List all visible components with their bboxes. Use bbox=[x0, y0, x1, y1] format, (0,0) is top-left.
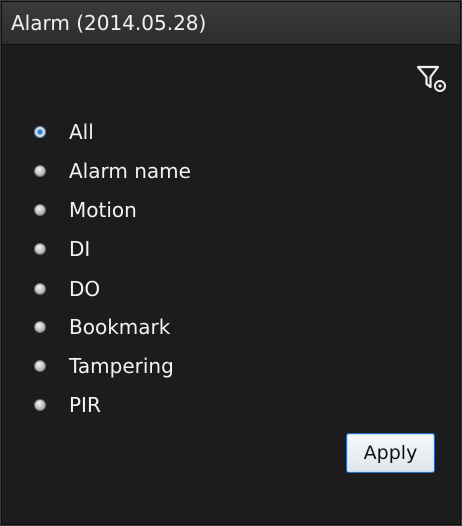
radio-button[interactable] bbox=[34, 204, 46, 216]
radio-button[interactable] bbox=[34, 321, 46, 333]
panel-title: Alarm (2014.05.28) bbox=[2, 2, 460, 45]
radio-option-label: DO bbox=[69, 277, 101, 301]
radio-option-tampering[interactable]: Tampering bbox=[29, 351, 289, 381]
radio-button-selected[interactable] bbox=[34, 126, 46, 138]
alarm-filter-panel: Alarm (2014.05.28) All Alarm name Motion… bbox=[0, 0, 462, 526]
radio-option-all[interactable]: All bbox=[29, 117, 289, 147]
radio-button[interactable] bbox=[34, 360, 46, 372]
radio-option-label: Tampering bbox=[69, 354, 174, 378]
radio-button[interactable] bbox=[34, 399, 46, 411]
filter-settings-icon[interactable] bbox=[415, 63, 449, 95]
radio-option-label: PIR bbox=[69, 393, 101, 417]
radio-button[interactable] bbox=[34, 243, 46, 255]
radio-option-motion[interactable]: Motion bbox=[29, 195, 289, 225]
apply-button[interactable]: Apply bbox=[346, 433, 435, 473]
radio-option-label: Alarm name bbox=[69, 159, 191, 183]
radio-option-di[interactable]: DI bbox=[29, 234, 289, 264]
radio-option-label: Bookmark bbox=[69, 315, 171, 339]
radio-button[interactable] bbox=[34, 165, 46, 177]
radio-option-pir[interactable]: PIR bbox=[29, 390, 289, 420]
radio-option-label: All bbox=[69, 120, 94, 144]
radio-option-label: DI bbox=[69, 237, 91, 261]
radio-option-alarm-name[interactable]: Alarm name bbox=[29, 156, 289, 186]
radio-button[interactable] bbox=[34, 283, 46, 295]
radio-option-bookmark[interactable]: Bookmark bbox=[29, 312, 289, 342]
radio-option-do[interactable]: DO bbox=[29, 274, 289, 304]
radio-option-label: Motion bbox=[69, 198, 137, 222]
